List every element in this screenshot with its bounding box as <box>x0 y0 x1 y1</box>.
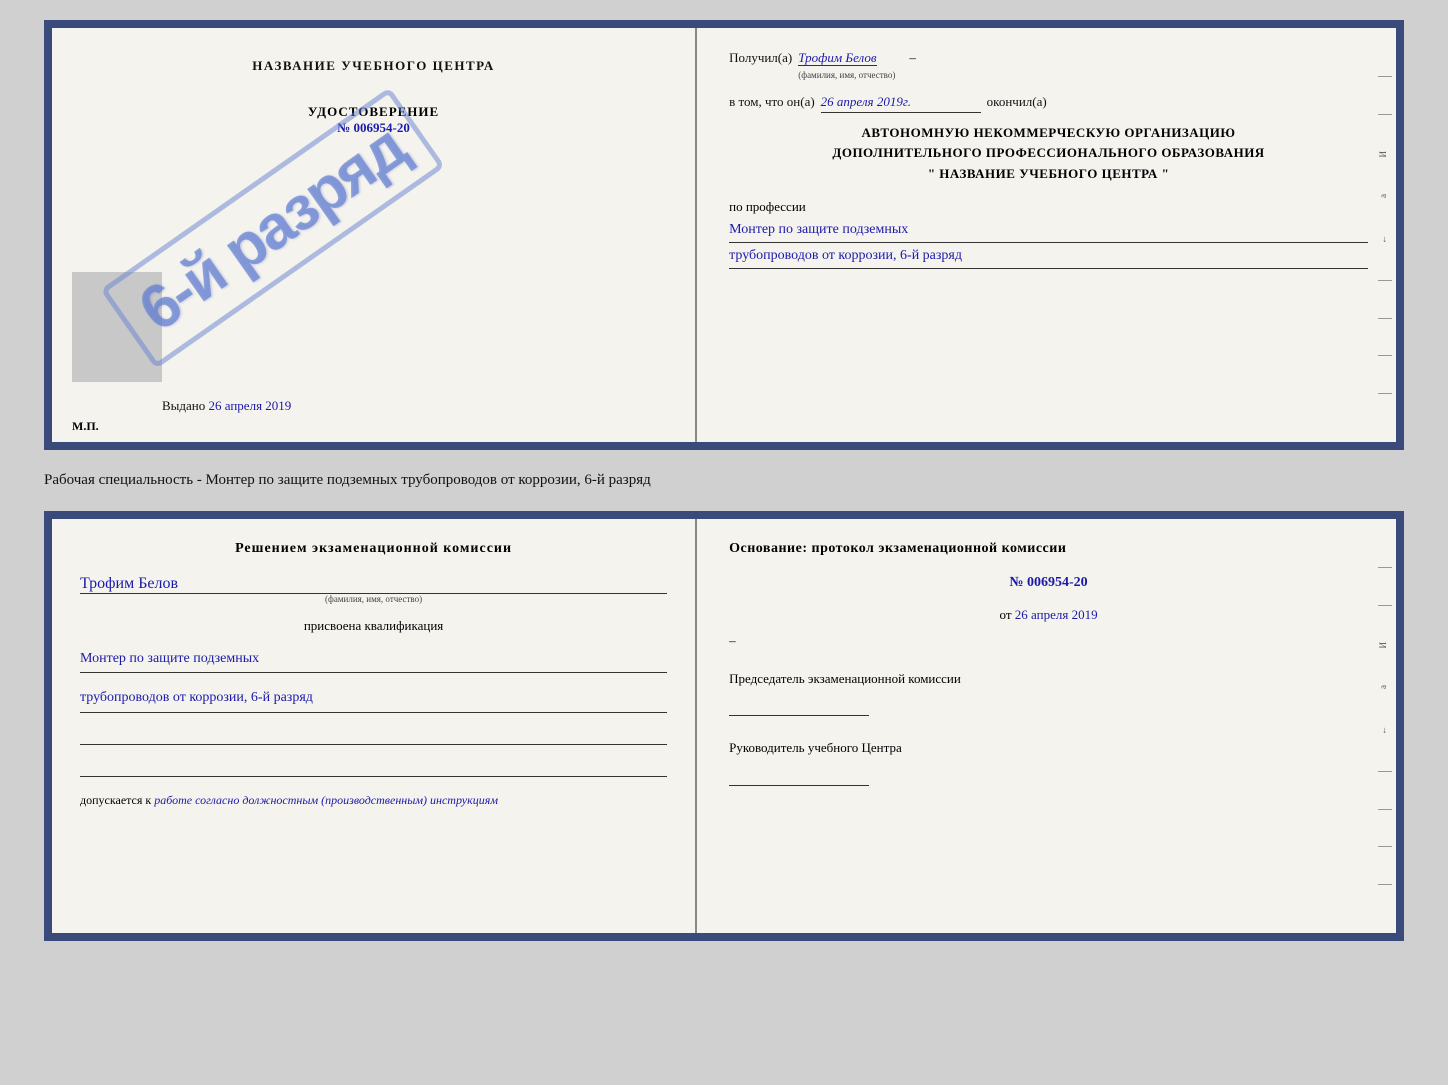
assigned-text: присвоена квалификация <box>80 618 667 634</box>
chairman-block: Председатель экзаменационной комиссии <box>729 669 1368 717</box>
b-edge-char-arrow: ← <box>1378 726 1392 735</box>
b-edge-char-a: а <box>1378 685 1392 689</box>
bottom-left-panel: Решением экзаменационной комиссии Трофим… <box>52 519 697 933</box>
decision-title: Решением экзаменационной комиссии <box>80 539 667 559</box>
osnov-title: Основание: протокол экзаменационной коми… <box>729 539 1368 559</box>
edge-line-1 <box>1378 76 1392 77</box>
mp-label: М.П. <box>72 419 99 434</box>
poluchil-label: Получил(а) <box>729 48 792 68</box>
specialty-description: Рабочая специальность - Монтер по защите… <box>44 466 1404 495</box>
допуск-label: допускается к <box>80 793 151 807</box>
vtom-line: в том, что он(а) 26 апреля 2019г. окончи… <box>729 92 1368 113</box>
bottom-right-panel: Основание: протокол экзаменационной коми… <box>697 519 1396 933</box>
top-certificate: НАЗВАНИЕ УЧЕБНОГО ЦЕНТРА 6-й разряд УДОС… <box>44 20 1404 450</box>
edge-char-a: а <box>1378 194 1392 198</box>
okonchil-label: окончил(а) <box>987 92 1047 112</box>
chairman-sig-line <box>729 692 869 716</box>
proto-number: № 006954-20 <box>729 575 1368 591</box>
edge-line-2 <box>1378 114 1392 115</box>
bottom-profession-line1: Монтер по защите подземных <box>80 646 667 674</box>
edge-line-3 <box>1378 280 1392 281</box>
profession-line1: Монтер по защите подземных <box>729 217 1368 243</box>
edge-line-6 <box>1378 393 1392 394</box>
org-line3: " НАЗВАНИЕ УЧЕБНОГО ЦЕНТРА " <box>729 164 1368 185</box>
fio-value: Трофим Белов <box>798 50 876 66</box>
b-edge-line-1 <box>1378 567 1392 568</box>
bottom-fio-block: Трофим Белов (фамилия, имя, отчество) <box>80 567 667 604</box>
org-block: АВТОНОМНУЮ НЕКОММЕРЧЕСКУЮ ОРГАНИЗАЦИЮ ДО… <box>729 123 1368 185</box>
org-line1: АВТОНОМНУЮ НЕКОММЕРЧЕСКУЮ ОРГАНИЗАЦИЮ <box>729 123 1368 144</box>
right-dash1: – <box>729 633 1368 649</box>
blank-line-1 <box>80 725 667 745</box>
b-edge-line-2 <box>1378 605 1392 606</box>
po-professii-label: по профессии <box>729 199 1368 215</box>
bottom-right-edge-decoration: И а ← <box>1374 519 1396 933</box>
допуск-line: допускается к работе согласно должностны… <box>80 793 667 808</box>
bottom-fio-sub: (фамилия, имя, отчество) <box>80 594 667 604</box>
b-edge-line-5 <box>1378 846 1392 847</box>
edge-line-5 <box>1378 355 1392 356</box>
stamp-text-value: 6-й разряд <box>100 87 445 369</box>
vtom-label: в том, что он(а) <box>729 92 815 112</box>
chairman-label: Председатель экзаменационной комиссии <box>729 669 1368 689</box>
b-edge-line-6 <box>1378 884 1392 885</box>
rukov-label: Руководитель учебного Центра <box>729 738 1368 758</box>
poluchil-line: Получил(а) Трофим Белов (фамилия, имя, о… <box>729 48 1368 82</box>
org-line2: ДОПОЛНИТЕЛЬНОГО ПРОФЕССИОНАЛЬНОГО ОБРАЗО… <box>729 143 1368 164</box>
date-value: 26 апреля 2019г. <box>821 92 981 113</box>
profession-line2: трубопроводов от коррозии, 6-й разряд <box>729 243 1368 269</box>
bottom-fio-value: Трофим Белов <box>80 575 667 594</box>
rukov-sig-line <box>729 762 869 786</box>
b-edge-line-3 <box>1378 771 1392 772</box>
cert-right-panel: Получил(а) Трофим Белов (фамилия, имя, о… <box>697 28 1396 442</box>
dash1: – <box>909 48 916 68</box>
bottom-profession-line2: трубопроводов от коррозии, 6-й разряд <box>80 685 667 713</box>
rukov-block: Руководитель учебного Центра <box>729 738 1368 786</box>
diagonal-stamp: 6-й разряд <box>60 20 484 448</box>
ot-label: от <box>1000 607 1012 622</box>
bottom-certificate: Решением экзаменационной комиссии Трофим… <box>44 511 1404 941</box>
blank-line-2 <box>80 757 667 777</box>
cert-left-panel: НАЗВАНИЕ УЧЕБНОГО ЦЕНТРА 6-й разряд УДОС… <box>52 28 697 442</box>
vydano-label: Выдано <box>162 398 205 413</box>
profession-block: по профессии Монтер по защите подземных … <box>729 199 1368 269</box>
ot-value: 26 апреля 2019 <box>1015 607 1098 622</box>
fio-subtitle: (фамилия, имя, отчество) <box>798 69 895 83</box>
b-edge-char-i: И <box>1378 642 1392 649</box>
b-edge-line-4 <box>1378 809 1392 810</box>
edge-char-arrow: ← <box>1378 235 1392 244</box>
edge-line-4 <box>1378 318 1392 319</box>
допуск-value: работе согласно должностным (производств… <box>154 793 498 807</box>
proto-date: от 26 апреля 2019 <box>729 607 1368 623</box>
edge-char-i: И <box>1378 151 1392 158</box>
right-edge-decoration: И а ← <box>1374 28 1396 442</box>
